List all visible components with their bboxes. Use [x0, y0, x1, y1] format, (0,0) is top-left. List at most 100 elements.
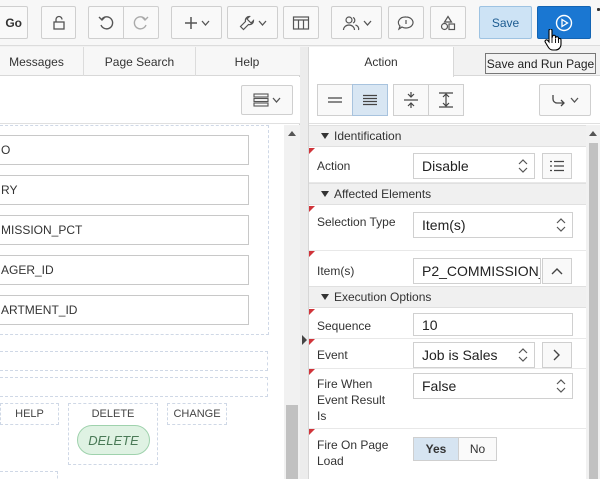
layout-canvas: O RY MISSION_PCT AGER_ID ARTMENT_ID HELP… [0, 125, 284, 479]
required-marker [309, 148, 315, 154]
sequence-input[interactable]: 10 [413, 313, 573, 336]
select-value: Job is Sales [422, 347, 498, 363]
create-menu-button[interactable] [171, 6, 222, 39]
required-marker [309, 309, 315, 315]
caret-down-icon [321, 191, 329, 197]
expand-all-button[interactable] [428, 84, 464, 116]
prop-label: Sequence [317, 319, 372, 333]
property-editor: Action Identification Action Disable Aff… [309, 47, 600, 479]
group-title: Affected Elements [334, 187, 432, 201]
tab-help[interactable]: Help [196, 47, 298, 76]
go-button[interactable]: Go [0, 6, 28, 39]
scroll-up-icon[interactable] [589, 130, 597, 136]
item-label: MISSION_PCT [1, 223, 83, 237]
lines-all-icon [363, 94, 377, 106]
expand-right-icon[interactable] [302, 335, 307, 345]
prop-fire-when: Fire When Event Result Is False [309, 369, 586, 429]
scroll-thumb[interactable] [589, 143, 598, 479]
group-execution-options[interactable]: Execution Options [309, 286, 586, 308]
action-select[interactable]: Disable [413, 153, 535, 179]
region-placeholder [0, 377, 268, 397]
position-label-delete: DELETE [68, 403, 158, 425]
select-value: Item(s) [422, 217, 466, 233]
tab-page-search[interactable]: Page Search [84, 47, 196, 76]
required-marker [309, 339, 315, 345]
delete-button[interactable]: DELETE [77, 425, 150, 455]
required-marker [309, 251, 315, 257]
prop-label: Fire When Event Result Is [317, 377, 386, 423]
curved-arrow-icon [552, 95, 565, 107]
event-select[interactable]: Job is Sales [413, 342, 535, 368]
property-list: Identification Action Disable Affected E… [309, 125, 586, 479]
input-value: 10 [422, 316, 438, 333]
lock-icon [52, 15, 65, 30]
panel-splitter[interactable] [300, 47, 309, 479]
tab-action[interactable]: Action [309, 47, 454, 77]
scroll-thumb[interactable] [286, 405, 298, 479]
layout-menu-button[interactable] [241, 85, 293, 115]
shapes-button[interactable] [430, 6, 466, 39]
plus-icon [184, 16, 197, 29]
item-field[interactable]: ARTMENT_ID [0, 295, 249, 325]
item-field[interactable]: O [0, 135, 249, 165]
selection-type-select[interactable]: Item(s) [413, 212, 573, 238]
position-label: CHANGE [173, 408, 221, 420]
item-field[interactable]: AGER_ID [0, 255, 249, 285]
action-list-button[interactable] [542, 153, 572, 179]
shared-components-button[interactable] [283, 6, 319, 39]
show-all-button[interactable] [352, 84, 388, 116]
group-affected-elements[interactable]: Affected Elements [309, 183, 586, 205]
go-to-group-menu[interactable] [539, 84, 591, 116]
save-button[interactable]: Save [479, 6, 532, 39]
items-expand-button[interactable] [542, 258, 572, 284]
redo-button[interactable] [123, 6, 159, 39]
tab-messages[interactable]: Messages [0, 47, 84, 76]
page-designer-toolbar: Go Save [0, 0, 600, 46]
right-scrollbar[interactable] [586, 125, 600, 479]
comments-button[interactable] [388, 6, 424, 39]
fire-when-select[interactable]: False [413, 373, 573, 399]
item-field[interactable]: MISSION_PCT [0, 215, 249, 245]
lock-page-button[interactable] [41, 6, 76, 39]
scroll-up-icon[interactable] [288, 130, 296, 136]
undo-icon [98, 15, 114, 30]
yes-option[interactable]: Yes [414, 438, 459, 460]
prop-fire-on-load: Fire On Page Load Yes No [309, 429, 586, 479]
prop-label: Selection Type [317, 215, 396, 229]
input-value: P2_COMMISSION_PCT [422, 263, 540, 279]
prop-action: Action Disable [309, 148, 586, 183]
prop-sequence: Sequence 10 [309, 309, 586, 339]
chevron-up-icon [551, 268, 563, 275]
left-scrollbar[interactable] [284, 125, 300, 479]
group-title: Execution Options [334, 290, 432, 304]
fire-on-load-toggle: Yes No [413, 437, 497, 461]
item-field[interactable]: RY [0, 175, 249, 205]
chevron-down-icon [201, 20, 209, 26]
button-position-help[interactable]: HELP [0, 403, 59, 425]
redo-icon [133, 15, 149, 30]
required-marker [309, 369, 315, 375]
items-input[interactable]: P2_COMMISSION_PCT [413, 258, 541, 284]
region-placeholder [0, 351, 268, 371]
select-value: False [422, 378, 457, 394]
team-development-button[interactable] [331, 6, 382, 39]
lines-compact-icon [328, 97, 342, 103]
show-common-button[interactable] [317, 84, 353, 116]
required-marker [309, 206, 315, 212]
collapse-all-button[interactable] [393, 84, 429, 116]
users-icon [342, 15, 359, 30]
item-label: RY [1, 183, 18, 197]
select-value: Disable [422, 158, 469, 174]
rendering-panel: Messages Page Search Help O RY MISSION_P… [0, 47, 300, 479]
save-run-tooltip: Save and Run Page [485, 53, 596, 74]
chevron-down-icon [570, 97, 579, 103]
group-identification[interactable]: Identification [309, 125, 586, 147]
undo-button[interactable] [88, 6, 124, 39]
required-marker [309, 429, 315, 435]
utilities-menu-button[interactable] [227, 6, 278, 39]
no-option[interactable]: No [459, 438, 496, 460]
hand-cursor-icon [544, 29, 562, 51]
button-position-change[interactable]: CHANGE [167, 403, 227, 425]
chevron-down-icon [258, 20, 266, 26]
event-goto-button[interactable] [542, 342, 572, 368]
